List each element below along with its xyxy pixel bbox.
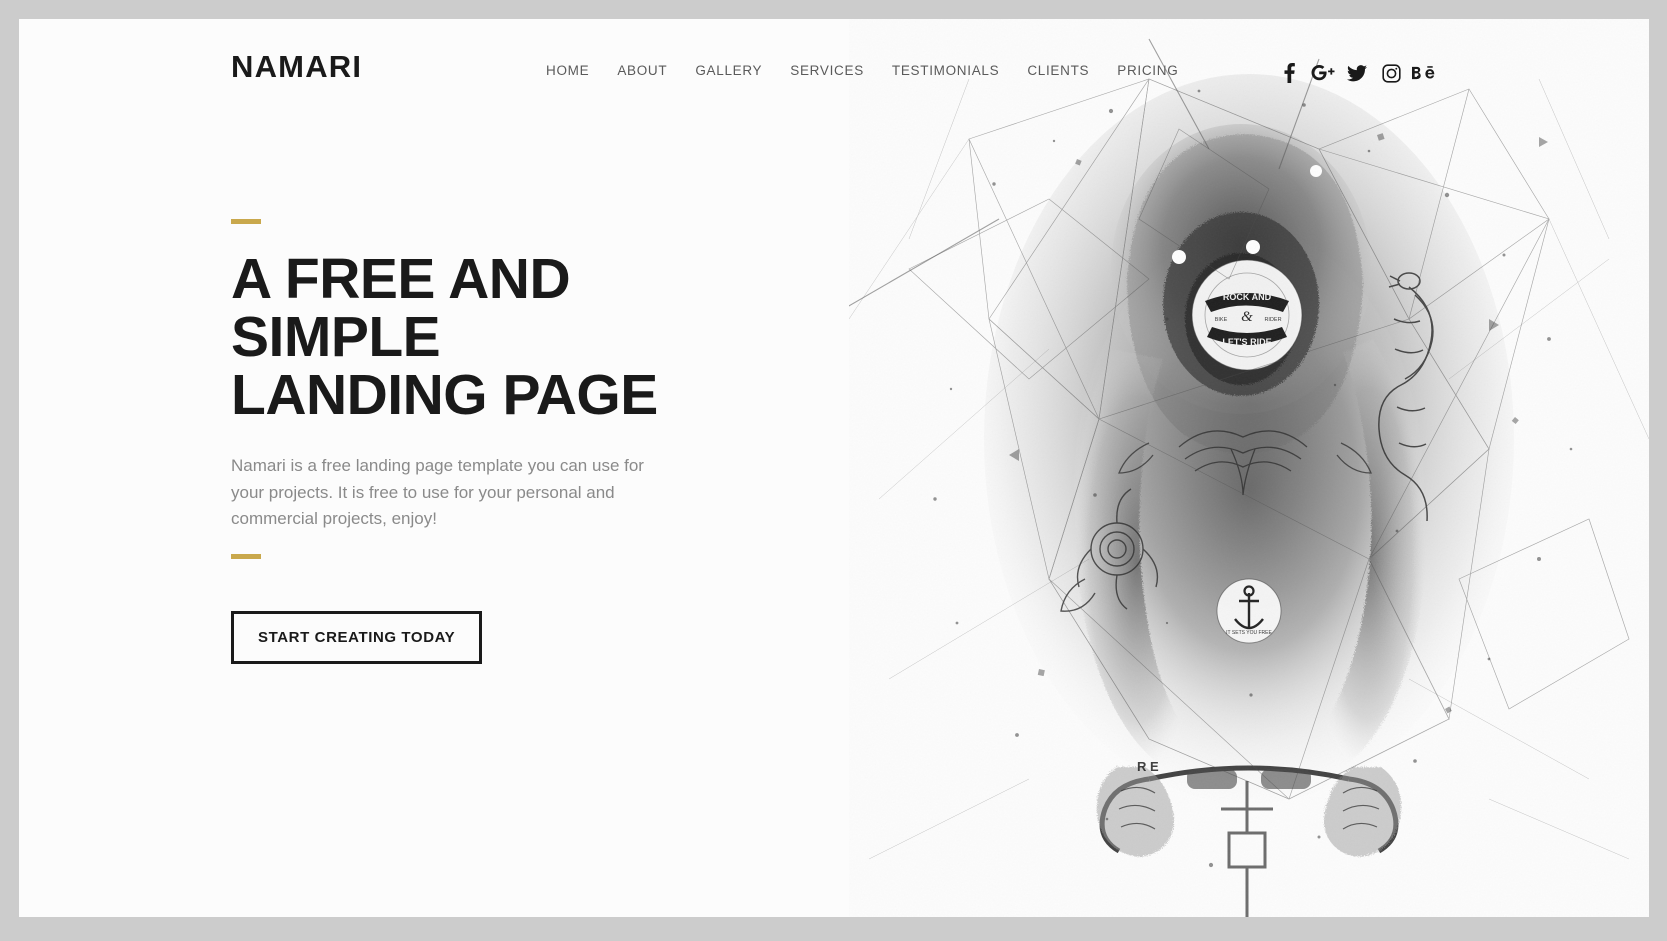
hero-section: ROCK AND LET'S RIDE & BIKE RIDER IT SETS…	[19, 19, 1649, 917]
accent-bar-bottom	[231, 554, 261, 560]
behance-icon[interactable]	[1408, 59, 1442, 87]
nav-item-testimonials[interactable]: TESTIMONIALS	[878, 57, 1013, 84]
nav-item-pricing[interactable]: PRICING	[1103, 57, 1192, 84]
facebook-icon[interactable]	[1272, 59, 1306, 87]
google-plus-icon[interactable]	[1306, 59, 1340, 87]
social-links	[1272, 59, 1442, 87]
svg-text:BIKE: BIKE	[1215, 317, 1228, 323]
nav-item-home[interactable]: HOME	[532, 57, 603, 84]
svg-text:LET'S RIDE: LET'S RIDE	[1222, 337, 1271, 347]
page-canvas: NAMARI HOME ABOUT GALLERY SERVICES TESTI…	[19, 19, 1649, 917]
hero-title: A Free and Simple Landing Page	[231, 247, 658, 428]
hero-artwork: ROCK AND LET'S RIDE & BIKE RIDER IT SETS…	[849, 19, 1649, 917]
svg-text:R E: R E	[1137, 759, 1159, 774]
instagram-icon[interactable]	[1374, 59, 1408, 87]
nav-item-about[interactable]: ABOUT	[603, 57, 681, 84]
svg-text:&: &	[1241, 309, 1253, 325]
twitter-icon[interactable]	[1340, 59, 1374, 87]
nav-item-gallery[interactable]: GALLERY	[681, 57, 776, 84]
site-header: NAMARI HOME ABOUT GALLERY SERVICES TESTI…	[19, 19, 1649, 113]
hero-content: A Free and Simple Landing Page Namari is…	[231, 219, 691, 665]
svg-text:RIDER: RIDER	[1264, 317, 1281, 323]
main-navigation: HOME ABOUT GALLERY SERVICES TESTIMONIALS…	[532, 57, 1192, 84]
hero-subtitle: Namari is a free landing page template y…	[231, 456, 644, 529]
nav-item-services[interactable]: SERVICES	[776, 57, 878, 84]
svg-text:ROCK AND: ROCK AND	[1223, 292, 1272, 302]
accent-bar-top	[231, 219, 261, 224]
svg-text:IT SETS YOU FREE: IT SETS YOU FREE	[1226, 630, 1272, 636]
start-creating-today-button[interactable]: START CREATING TODAY	[231, 611, 483, 665]
nav-item-clients[interactable]: CLIENTS	[1013, 57, 1103, 84]
site-logo[interactable]: NAMARI	[231, 51, 362, 82]
